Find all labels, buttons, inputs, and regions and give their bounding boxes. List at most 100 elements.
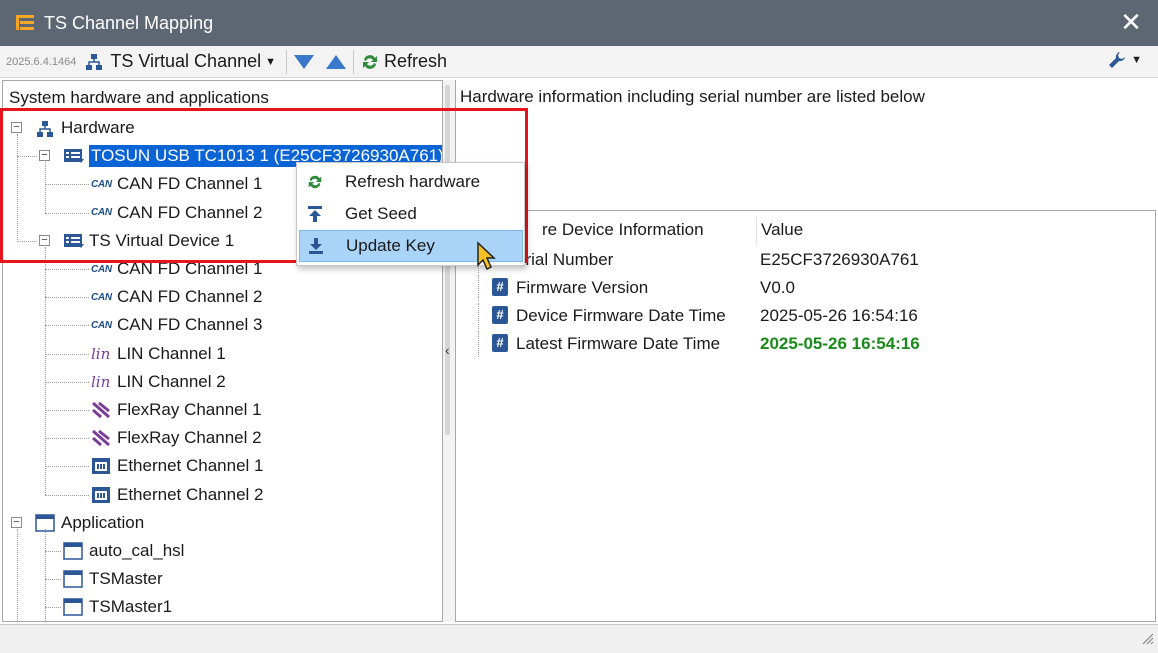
collapse-icon[interactable]: − [39, 150, 50, 162]
tree-connector [45, 607, 61, 609]
download-icon [306, 236, 326, 256]
refresh-icon [360, 52, 380, 72]
panel-title: System hardware and applications [9, 88, 269, 107]
menu-item-get-seed[interactable]: Get Seed [299, 198, 523, 230]
tree-connector [478, 275, 479, 301]
property-value: E25CF3726930A761 [760, 250, 919, 269]
tree-connector [45, 246, 46, 495]
column-header-name[interactable]: re Device Information [542, 220, 704, 240]
tree-node-can-channel[interactable]: CAN CAN FD Channel 2 [91, 200, 263, 226]
tree-connector [45, 438, 89, 440]
application-icon [63, 542, 83, 560]
tree-connector [45, 184, 89, 186]
tree-node-application-item[interactable]: TSMaster1 [63, 594, 172, 620]
menu-item-label: Update Key [346, 236, 435, 255]
hardware-info-panel: Hardware information including serial nu… [455, 80, 1158, 208]
version-label: 2025.6.4.1464 [6, 55, 77, 68]
collapse-icon[interactable]: − [11, 122, 22, 133]
refresh-button[interactable]: Refresh [360, 51, 447, 72]
property-name: Latest Firmware Date Time [516, 334, 721, 353]
tree-node-label: LIN Channel 2 [117, 371, 226, 391]
toolbar-divider [353, 49, 354, 74]
tree-node-can-channel[interactable]: CAN CAN FD Channel 2 [91, 284, 263, 310]
mouse-pointer-icon [476, 241, 498, 276]
tree-node-can-channel[interactable]: CAN CAN FD Channel 3 [91, 312, 263, 338]
tree-node-lin-channel[interactable]: lin LIN Channel 2 [91, 369, 226, 395]
menu-item-label: Refresh hardware [345, 172, 481, 191]
can-icon: CAN [91, 207, 112, 219]
property-row[interactable]: # Device Firmware Date Time 2025-05-26 16:… [456, 303, 1156, 329]
move-down-icon[interactable] [293, 53, 315, 71]
tree-connector [45, 162, 46, 213]
property-row[interactable]: # Firmware Version V0.0 [456, 275, 1156, 301]
tree-node-label: FlexRay Channel 1 [117, 400, 262, 419]
channel-select-dropdown[interactable]: TS Virtual Channel ▼ [84, 51, 280, 72]
application-icon [63, 598, 83, 617]
hash-icon: # [492, 306, 508, 324]
flexray-icon [91, 429, 111, 447]
tree-node-label: TS Virtual Device 1 [89, 230, 235, 250]
tree-node-application-item[interactable]: auto_cal_hsl [63, 538, 184, 564]
tree-node-can-channel[interactable]: CAN CAN FD Channel 1 [91, 256, 263, 282]
tree-node-label: CAN FD Channel 1 [117, 174, 263, 194]
chevron-down-icon: ▼ [1131, 54, 1142, 66]
settings-dropdown[interactable]: ▼ [1107, 50, 1146, 70]
upload-icon [305, 204, 325, 224]
tree-node-ethernet-channel[interactable]: Ethernet Channel 2 [91, 482, 264, 508]
tree-connector [45, 551, 61, 552]
tree-node-application-item[interactable]: TSMaster [63, 566, 163, 592]
tree-connector [17, 240, 37, 242]
collapse-icon[interactable]: − [11, 516, 22, 528]
property-value: 2025-05-26 16:54:16 [760, 306, 918, 325]
tree-node-label: CAN FD Channel 2 [117, 287, 263, 307]
property-row[interactable]: # Latest Firmware Date Time 2025-05-26 16:… [456, 331, 1156, 357]
wrench-icon [1107, 50, 1127, 70]
menu-item-refresh-hardware[interactable]: Refresh hardware [299, 166, 523, 198]
status-bar [0, 624, 1158, 653]
tree-node-application[interactable]: Application [35, 510, 144, 536]
tree-node-ethernet-channel[interactable]: Ethernet Channel 1 [91, 453, 264, 479]
tree-connector [17, 528, 18, 621]
toolbar-divider [286, 49, 287, 74]
flexray-icon [91, 401, 111, 419]
tree-connector [45, 579, 61, 581]
tree-connector [45, 212, 89, 214]
tree-connector [17, 156, 37, 158]
tree-connector [45, 381, 89, 383]
tree-connector [45, 494, 89, 496]
ethernet-icon [91, 457, 111, 475]
property-value: 2025-05-26 16:54:16 [760, 334, 920, 353]
tree-node-hardware[interactable]: Hardware [35, 115, 135, 141]
tree-node-label: TSMaster [89, 569, 163, 589]
lin-icon: lin [91, 372, 111, 391]
hardware-network-icon [35, 119, 55, 137]
chevron-down-icon: ▼ [265, 55, 276, 68]
chevron-left-icon[interactable]: ‹ [445, 342, 450, 358]
tree-connector [45, 466, 89, 468]
column-divider[interactable] [756, 217, 757, 245]
can-icon: CAN [91, 263, 112, 275]
tree-node-label: auto_cal_hsl [89, 541, 185, 560]
resize-grip-icon[interactable] [1140, 630, 1154, 650]
tree-node-label: CAN FD Channel 2 [117, 202, 263, 222]
property-name: erial Number [516, 250, 614, 269]
column-header-value[interactable]: Value [761, 220, 803, 240]
property-row[interactable]: erial Number E25CF3726930A761 [456, 247, 1156, 273]
close-icon[interactable]: ✕ [1118, 9, 1144, 36]
tree-node-label: Ethernet Channel 1 [117, 456, 264, 476]
move-up-icon[interactable] [325, 53, 347, 71]
toolbar: 2025.6.4.1464 TS Virtual Channel ▼ Refre… [0, 46, 1158, 78]
tree-node-can-channel[interactable]: CAN CAN FD Channel 1 [91, 171, 263, 197]
tree-node-virtual-device[interactable]: TS Virtual Device 1 [63, 228, 234, 254]
tree-connector [45, 325, 89, 327]
hash-icon: # [492, 334, 508, 352]
ethernet-icon [91, 486, 111, 504]
application-icon [63, 570, 83, 588]
tree-node-flexray-channel[interactable]: FlexRay Channel 1 [91, 397, 262, 423]
can-icon: CAN [91, 319, 112, 331]
tree-node-label: CAN FD Channel 1 [117, 259, 263, 278]
tree-node-flexray-channel[interactable]: FlexRay Channel 2 [91, 425, 262, 451]
tree-node-lin-channel[interactable]: lin LIN Channel 1 [91, 341, 226, 367]
collapse-icon[interactable]: − [39, 234, 50, 246]
refresh-icon [305, 172, 325, 192]
